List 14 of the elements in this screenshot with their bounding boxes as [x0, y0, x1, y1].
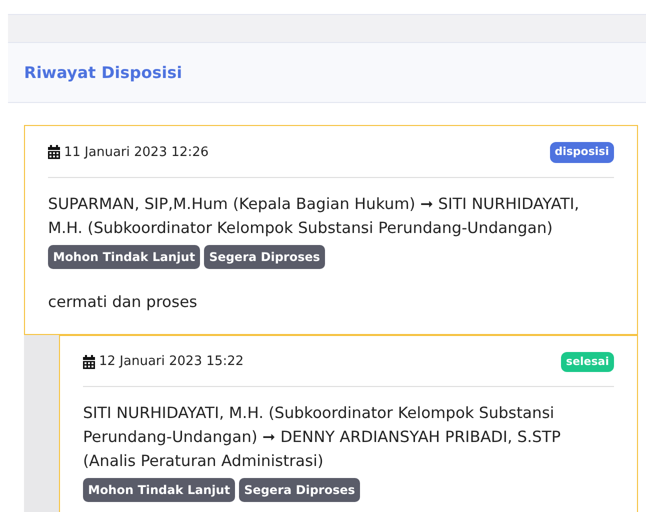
disposition-route: SITI NURHIDAYATI, M.H. (Subkoordinator Kelompok Substansi Perundang-Undangan) ➞ DENNY ARDIANSYAH PRIBADI, S.STP (Analis Peraturan Administrasi) [83, 403, 562, 472]
disposition-route: SUPARMAN, SIP,M.Hum (Kepala Bagian Hukum) ➞ SITI NURHIDAYATI, M.H. (Subkoordinator Kelompok Substansi Perundang-Undangan) [48, 194, 580, 238]
disposition-note: cermati dan proses [48, 292, 198, 312]
calendar-icon [83, 355, 95, 369]
entry-date: 11 Januari 2023 12:26 [64, 144, 209, 162]
status-badge: disposisi [550, 142, 614, 162]
instruction-tag: Mohon Tindak Lanjut [83, 478, 236, 502]
status-badge: selesai [561, 352, 614, 372]
entry-date: 12 Januari 2023 15:22 [99, 353, 244, 372]
instruction-tag: Mohon Tindak Lanjut [48, 244, 200, 268]
instruction-tag: Segera Diproses [204, 244, 326, 268]
calendar-icon [48, 145, 60, 160]
instruction-tag: Segera Diproses [239, 478, 360, 502]
panel-title: Riwayat Disposisi [24, 62, 182, 82]
